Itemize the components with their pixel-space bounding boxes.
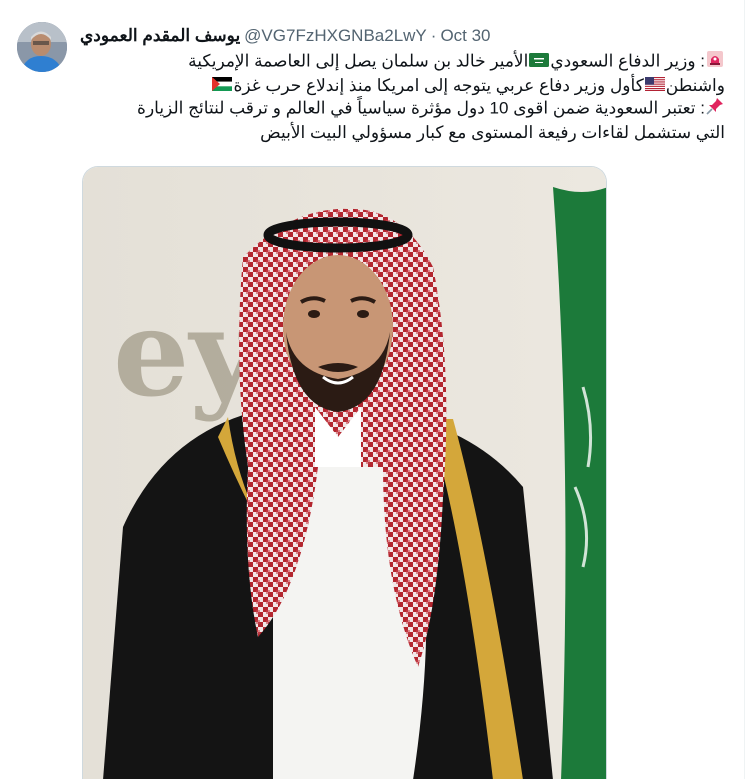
palestine-flag-icon: [212, 75, 233, 98]
line1-part2: الأمير خالد بن سلمان يصل إلى العاصمة الإ…: [188, 51, 529, 71]
author-name[interactable]: يوسف المقدم العمودي: [80, 26, 240, 46]
tweet-header: يوسف المقدم العمودي @VG7FzHXGNBa2LwY · O…: [80, 24, 540, 48]
rotating-light-icon: [706, 50, 724, 75]
tweet-text: : وزير الدفاع السعودي الأمير خالد بن سلم…: [80, 50, 725, 144]
line2-part1: واشنطن: [665, 75, 725, 95]
avatar[interactable]: [17, 22, 67, 72]
text-line-3: : تعتبر السعودية ضمن اقوى 10 دول مؤثرة س…: [80, 97, 725, 122]
line3-prefix: :: [695, 99, 705, 118]
us-flag-icon: [644, 75, 665, 98]
author-handle[interactable]: @VG7FzHXGNBa2LwY: [244, 26, 427, 46]
avatar-image: [17, 22, 67, 72]
line3-text: تعتبر السعودية ضمن اقوى 10 دول مؤثرة سيا…: [137, 99, 696, 118]
pushpin-icon: [706, 97, 724, 122]
line1-prefix: :: [695, 51, 705, 71]
line4-text: التي ستشمل لقاءات رفيعة المستوى مع كبار …: [260, 122, 725, 142]
tweet-card[interactable]: يوسف المقدم العمودي @VG7FzHXGNBa2LwY · O…: [0, 0, 745, 779]
line1-part1: وزير الدفاع السعودي: [550, 51, 696, 71]
line2-part2: كأول وزير دفاع عربي يتوجه إلى امريكا منذ…: [233, 75, 644, 95]
saudi-flag-icon: [529, 51, 550, 74]
tweet-photo[interactable]: ey: [82, 166, 607, 779]
text-line-2: واشنطن كأول وزير دفاع عربي يتوجه إلى امر…: [80, 75, 725, 98]
portrait-image: ey: [83, 167, 606, 779]
text-line-1: : وزير الدفاع السعودي الأمير خالد بن سلم…: [80, 50, 725, 75]
text-line-4: التي ستشمل لقاءات رفيعة المستوى مع كبار …: [80, 122, 725, 145]
tweet-timestamp[interactable]: Oct 30: [440, 26, 490, 46]
header-separator: ·: [430, 26, 437, 45]
